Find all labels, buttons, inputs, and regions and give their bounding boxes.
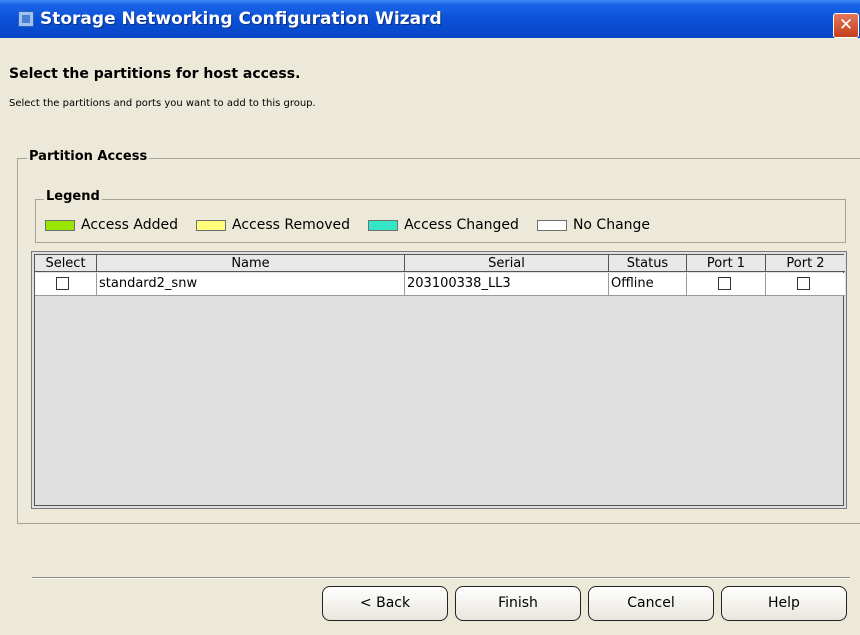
- legend-label-added: Access Added: [81, 217, 178, 233]
- page-subheading: Select the partitions and ports you want…: [9, 98, 316, 109]
- col-header-port2[interactable]: Port 2: [766, 255, 845, 272]
- title-bar: Storage Networking Configuration Wizard …: [0, 0, 860, 38]
- help-button[interactable]: Help: [721, 586, 847, 621]
- col-header-name[interactable]: Name: [97, 255, 405, 272]
- legend-swatch-removed: [195, 219, 226, 231]
- button-separator: [32, 577, 850, 579]
- port2-cell: [766, 273, 845, 295]
- legend-title: Legend: [44, 189, 102, 204]
- port2-checkbox[interactable]: [797, 277, 810, 290]
- select-checkbox[interactable]: [56, 277, 69, 290]
- legend-label-nochange: No Change: [572, 217, 651, 233]
- partition-access-title: Partition Access: [27, 149, 150, 164]
- select-cell: [35, 273, 97, 295]
- port1-checkbox[interactable]: [718, 277, 731, 290]
- serial-cell: 203100338_LL3: [405, 273, 609, 295]
- wizard-window: Storage Networking Configuration Wizard …: [0, 0, 860, 635]
- table-row[interactable]: standard2_snw 203100338_LL3 Offline: [35, 273, 845, 296]
- close-button[interactable]: ✕: [833, 13, 859, 38]
- legend-swatch-changed: [368, 219, 399, 231]
- close-icon: ✕: [838, 15, 854, 35]
- status-cell: Offline: [609, 273, 687, 295]
- legend-label-changed: Access Changed: [404, 217, 519, 233]
- page-heading: Select the partitions for host access.: [9, 66, 301, 82]
- partition-table: Select Name Serial Status Port 1 Port 2 …: [31, 251, 847, 509]
- legend-swatch-nochange: [536, 219, 567, 231]
- col-header-serial[interactable]: Serial: [405, 255, 609, 272]
- partition-table-body: Select Name Serial Status Port 1 Port 2 …: [34, 254, 845, 506]
- app-icon: [18, 11, 34, 27]
- legend-swatch-added: [45, 219, 75, 231]
- col-header-status[interactable]: Status: [609, 255, 687, 272]
- col-header-port1[interactable]: Port 1: [687, 255, 766, 272]
- name-cell: standard2_snw: [97, 273, 405, 295]
- cancel-button[interactable]: Cancel: [588, 586, 714, 621]
- back-button[interactable]: < Back: [322, 586, 448, 621]
- finish-button[interactable]: Finish: [455, 586, 581, 621]
- legend-label-removed: Access Removed: [231, 217, 351, 233]
- window-title: Storage Networking Configuration Wizard: [40, 9, 442, 29]
- col-header-select[interactable]: Select: [35, 255, 97, 272]
- legend-items: Access Added Access Removed Access Chang…: [45, 217, 662, 233]
- port1-cell: [687, 273, 766, 295]
